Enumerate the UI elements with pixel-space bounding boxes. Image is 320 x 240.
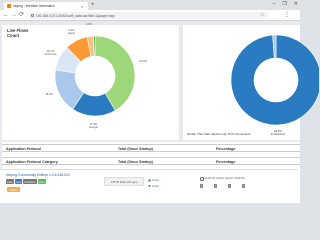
live-flows-title: Live Flows Count (7, 28, 28, 38)
clock-icon (200, 177, 204, 181)
category-percentage-col-header[interactable]: Percentage (216, 160, 235, 164)
new-tab-icon[interactable]: + (91, 2, 95, 9)
devices-count-badge[interactable]: 1 (214, 184, 218, 188)
minimize-icon[interactable]: – (273, 1, 276, 7)
flows-count-badge[interactable]: 2 (228, 184, 232, 188)
close-tab-icon[interactable]: × (81, 4, 83, 9)
lock-icon (31, 14, 34, 17)
badge-interface: Interface (23, 179, 37, 184)
reload-icon[interactable]: ⟳ (19, 12, 24, 19)
window-controls: – ❐ ✕ (273, 1, 298, 7)
category-total-col-header[interactable]: Total (Since Startup) (118, 160, 153, 164)
forward-icon[interactable]: → (11, 12, 17, 19)
app-category-header-row: Application Protocol Category Total (Sin… (2, 157, 300, 165)
footer-brand[interactable]: ntopng Community Edition v.3.8.181224 (6, 173, 70, 177)
app-protocol-header-row: Application Protocol Total (Since Startu… (2, 144, 300, 152)
back-icon[interactable]: ← (3, 12, 9, 19)
throughput-sparkline: 178.50 kbit/s (25 pps) (104, 177, 144, 186)
close-window-icon[interactable]: ✕ (294, 1, 298, 7)
download-stat: 0 bps (148, 184, 159, 188)
live-flows-slice-label-0: 41.6% (139, 58, 148, 63)
hosts-count-badge[interactable]: 3 (200, 184, 204, 188)
total-col-header[interactable]: Total (Since Startup) (118, 147, 153, 151)
live-flows-slice-caption-1: Google (88, 125, 98, 130)
tcp-states-donut-chart (230, 35, 319, 125)
live-flows-donut-chart (54, 35, 136, 117)
live-flows-slice-label-1: 17.9% Google (85, 122, 101, 130)
browser-menu-icon[interactable]: ⋮ (284, 12, 290, 19)
live-flows-title-line2: Count (7, 33, 20, 38)
upload-arrow-icon (148, 178, 151, 182)
live-flows-slice-caption-3: Unknown (44, 52, 57, 57)
browser-titlebar: ntopng - Interface Information × + – ❐ ✕ (0, 0, 300, 10)
tcp-note: NOTE: This chart depicts only TCP connec… (187, 132, 252, 136)
badge-host: Host (37, 179, 46, 184)
live-flows-slice-label-3: 10.2% Unknown (42, 50, 58, 57)
url-text: 192.168.0.101:3000/lua/if_stats.lua?ifid… (36, 13, 115, 18)
download-arrow-icon (148, 184, 151, 188)
app-category-col-header[interactable]: Application Protocol Category (6, 160, 58, 164)
live-flows-card: Live Flows Count 41.6% 17.9% Google 18.0% 10… (2, 22, 179, 140)
browser-toolbar: ← → ⟳ 192.168.0.101:3000/lua/if_stats.lu… (0, 10, 300, 21)
footer-badges: Live ntop Interface Host (6, 179, 46, 184)
tcp-states-card: 98.8% Established NOTE: This chart depict… (183, 25, 319, 140)
live-flows-slice-caption-4: Apple (67, 31, 76, 36)
live-flows-slice-label-2: 18.0% (45, 92, 54, 97)
tcp-states-slice-caption-0: Established (270, 132, 286, 137)
update-button[interactable]: Update (7, 187, 21, 193)
live-flows-slice-label-4: 9.2% Apple (63, 28, 79, 36)
app-protocol-col-header[interactable]: Application Protocol (6, 147, 41, 151)
bookmark-star-icon[interactable]: ☆ (260, 12, 264, 19)
badge-ntop: ntop (14, 179, 23, 184)
alerts-count-badge[interactable]: 3 (242, 184, 246, 188)
live-flows-slice-label-5: 2.6% (85, 22, 93, 27)
tcp-states-slice-label-0: 98.8% Established (270, 128, 286, 137)
clock-uptime: 20:32:48 +0100 | Uptime: 06:00:35 (200, 177, 244, 181)
page-content: Live Flows Count 41.6% 17.9% Google 18.0% 10… (0, 21, 319, 203)
address-bar[interactable]: 192.168.0.101:3000/lua/if_stats.lua?ifid… (28, 12, 268, 19)
footer: ntopng Community Edition v.3.8.181224 Li… (0, 169, 298, 203)
throughput-value: 178.50 kbit/s (25 pps) (110, 180, 138, 184)
percentage-col-header[interactable]: Percentage (216, 147, 235, 151)
maximize-icon[interactable]: ❐ (282, 1, 286, 7)
browser-tab[interactable]: ntopng - Interface Information × (4, 2, 88, 10)
upload-stat: 0 bps (148, 178, 159, 182)
upload-value: 0 bps (152, 178, 159, 182)
tab-title: ntopng - Interface Information (13, 4, 55, 8)
favicon-icon (7, 4, 11, 8)
badge-live: Live (6, 179, 14, 184)
clock-text: 20:32:48 +0100 | Uptime: 06:00:35 (204, 177, 245, 181)
download-value: 0 bps (152, 184, 159, 188)
